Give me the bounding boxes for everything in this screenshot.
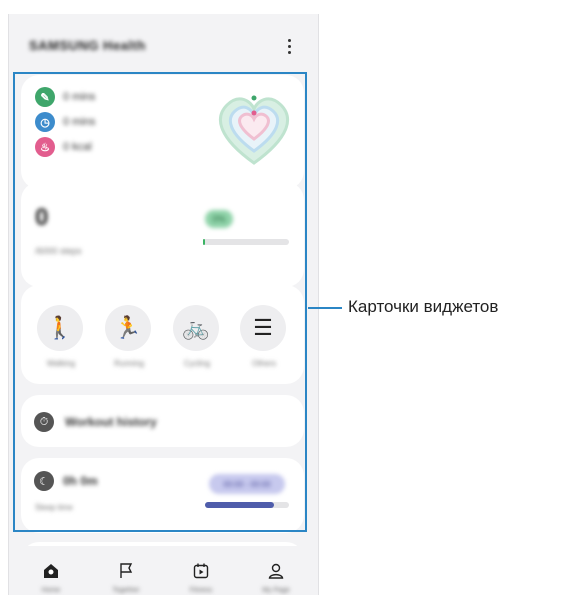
callout-label: Карточки виджетов — [348, 297, 499, 316]
activity-value: 0 mins — [63, 116, 96, 128]
nav-item-mypage[interactable]: My Page — [256, 562, 296, 594]
app-bar: SAMSUNG Health — [9, 14, 318, 70]
steps-count: 0 — [35, 204, 49, 231]
quick-action-cycling[interactable]: 🚲 Cycling — [173, 305, 221, 368]
activity-row-calories: ♨ 0 kcal — [35, 137, 92, 157]
sleep-subtitle: Sleep time — [35, 503, 73, 512]
bottom-nav: Home Together Fitness My Page — [9, 546, 318, 595]
nav-item-fitness[interactable]: Fitness — [181, 562, 221, 594]
more-options-icon[interactable] — [279, 36, 299, 56]
list-icon: ☰ — [240, 305, 286, 351]
clock-icon: ◷ — [35, 112, 55, 132]
flame-icon: ♨ — [35, 137, 55, 157]
steps-progress-fill — [203, 239, 205, 245]
activity-row-time: ◷ 0 mins — [35, 112, 95, 132]
quick-action-label: Walking — [46, 359, 76, 368]
activity-row-active-time: ✎ 0 mins — [35, 87, 95, 107]
app-title: SAMSUNG Health — [29, 38, 146, 53]
quick-action-label: Others — [251, 359, 276, 368]
home-icon — [44, 564, 58, 578]
nav-label: Home — [41, 587, 61, 594]
phone-screen: SAMSUNG Health ✎ 0 mins ◷ 0 mins ♨ 0 kca… — [8, 14, 319, 595]
moon-icon: ☾ — [34, 471, 54, 491]
nav-label: Together — [112, 587, 140, 594]
quick-action-others[interactable]: ☰ Others — [240, 305, 288, 368]
running-icon: 🏃 — [105, 305, 151, 351]
activity-value: 0 mins — [63, 91, 96, 103]
steps-progress-bar — [203, 239, 289, 245]
steps-badge: 0% — [205, 210, 233, 228]
steps-card[interactable] — [21, 182, 304, 287]
activity-rings-icon — [218, 95, 290, 165]
quick-action-label: Cycling — [183, 359, 211, 368]
walking-icon: 🚶 — [37, 305, 83, 351]
cycling-icon: 🚲 — [173, 305, 219, 351]
sleep-progress-fill — [205, 502, 274, 508]
nav-item-together[interactable]: Together — [106, 562, 146, 594]
steps-goal: /6000 steps — [35, 246, 82, 256]
quick-action-walking[interactable]: 🚶 Walking — [37, 305, 85, 368]
activity-value: 0 kcal — [63, 141, 92, 153]
quick-action-label: Running — [114, 359, 144, 368]
sleep-card[interactable] — [21, 458, 304, 533]
nav-item-home[interactable]: Home — [31, 562, 71, 594]
timer-icon: ⏱ — [34, 412, 54, 432]
callout-line — [308, 307, 342, 309]
quick-action-running[interactable]: 🏃 Running — [105, 305, 153, 368]
sleep-progress-bar — [205, 502, 289, 508]
sleep-time: 0h 0m — [63, 474, 98, 488]
steps-icon: ✎ — [35, 87, 55, 107]
person-icon — [268, 563, 284, 579]
flag-icon — [120, 563, 133, 578]
workout-history-label: Workout history — [65, 415, 157, 429]
nav-label: Fitness — [189, 587, 213, 594]
sleep-range-pill: 00:00 - 00:00 — [209, 474, 285, 494]
nav-label: My Page — [262, 587, 290, 594]
workout-history-card[interactable] — [21, 395, 304, 447]
calendar-play-icon — [193, 563, 209, 579]
